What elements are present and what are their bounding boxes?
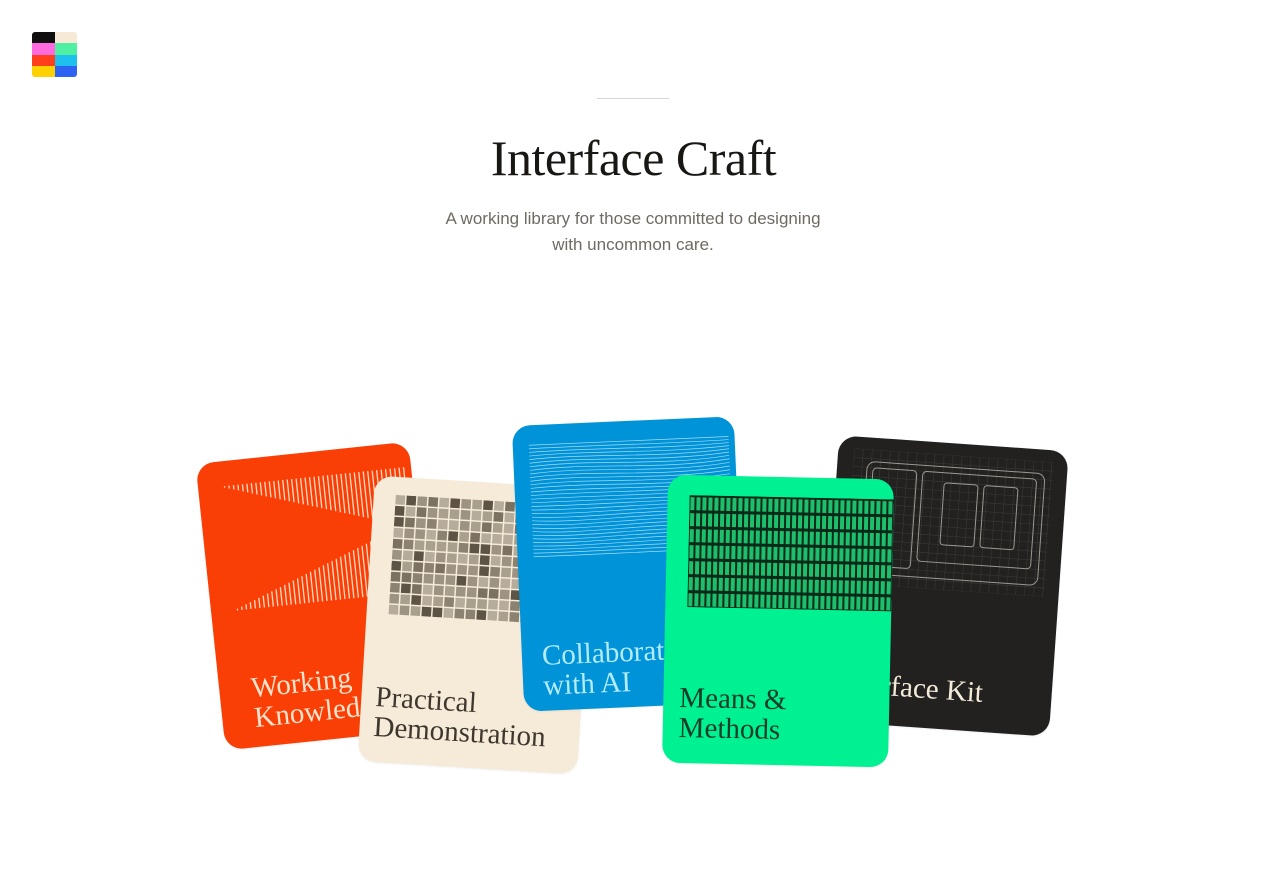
card-means-and-methods[interactable]: Means & Methods	[662, 474, 894, 768]
page-title: Interface Craft	[490, 130, 777, 186]
logo-swatch	[32, 32, 55, 44]
logo-swatch	[54, 54, 77, 66]
logo-swatch	[54, 32, 77, 44]
logo-swatch	[32, 65, 55, 77]
title-divider	[597, 98, 669, 99]
logo-swatch	[32, 54, 55, 66]
card-label: Means & Methods	[678, 681, 787, 747]
bar-matrix-illustration	[687, 495, 894, 612]
page-subtitle: A working library for those committed to…	[445, 209, 821, 254]
interface-craft-logo[interactable]	[32, 32, 77, 77]
logo-swatch	[32, 43, 55, 55]
card-label: Practical Demonstration	[372, 681, 547, 754]
logo-swatch	[54, 65, 77, 77]
logo-swatch	[54, 43, 77, 55]
